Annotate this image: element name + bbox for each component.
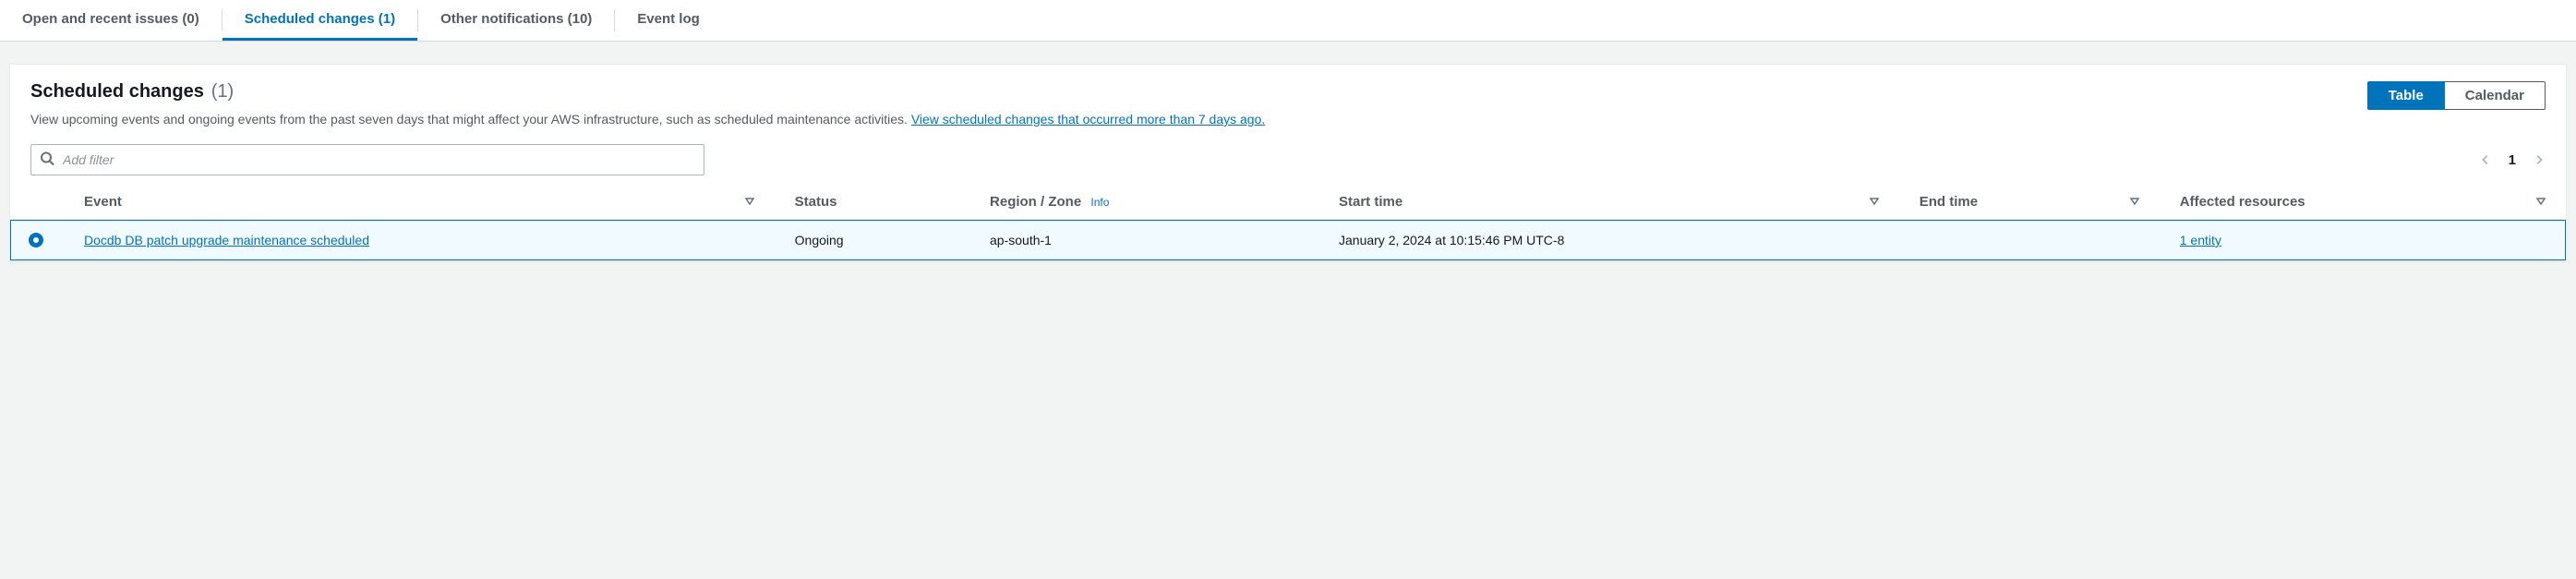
scheduled-changes-panel: Scheduled changes (1) View upcoming even… [9,64,2567,261]
next-page-button[interactable] [2533,153,2546,166]
tab-scheduled-changes[interactable]: Scheduled changes (1) [223,0,417,41]
cell-start-time: January 2, 2024 at 10:15:46 PM UTC-8 [1318,220,1899,261]
tab-other-notifications[interactable]: Other notifications (10) [418,0,614,41]
view-table-button[interactable]: Table [2367,81,2445,110]
sort-icon [745,194,754,210]
affected-link[interactable]: 1 entity [2180,233,2221,247]
cell-status: Ongoing [775,220,969,261]
tabs-bar: Open and recent issues (0) Scheduled cha… [0,0,2576,42]
cell-region: ap-south-1 [969,220,1318,261]
prev-page-button[interactable] [2479,153,2492,166]
region-info-link[interactable]: Info [1090,196,1109,209]
col-region[interactable]: Region / Zone Info [969,185,1318,220]
col-end-time-label: End time [1920,194,1978,210]
sort-icon [2130,194,2139,210]
tab-open-issues[interactable]: Open and recent issues (0) [0,0,222,41]
sort-icon [2536,194,2546,210]
search-icon [40,151,54,169]
cell-end-time [1899,220,2160,261]
filter-input[interactable] [30,144,704,175]
table-toolbar: 1 [10,135,2566,185]
filter-wrap [30,144,704,175]
view-toggle: Table Calendar [2367,81,2546,110]
panel-description: View upcoming events and ongoing events … [30,110,2349,129]
col-start-time-label: Start time [1339,194,1402,210]
table-row[interactable]: Docdb DB patch upgrade maintenance sched… [10,220,2566,261]
view-calendar-button[interactable]: Calendar [2445,81,2546,110]
panel-title: Scheduled changes [30,81,204,102]
view-older-link[interactable]: View scheduled changes that occurred mor… [911,112,1265,127]
col-select [10,185,64,220]
sort-icon [1870,194,1879,210]
page-number: 1 [2509,152,2516,168]
col-end-time[interactable]: End time [1899,185,2160,220]
cell-event: Docdb DB patch upgrade maintenance sched… [64,220,775,261]
col-region-label: Region / Zone [990,194,1081,210]
tab-event-log[interactable]: Event log [615,0,722,41]
col-status[interactable]: Status [775,185,969,220]
cell-affected: 1 entity [2160,220,2566,261]
col-status-label: Status [795,194,837,210]
col-event-label: Event [84,194,122,210]
radio-selected-icon[interactable] [29,233,43,247]
row-select-cell[interactable] [10,220,64,261]
col-start-time[interactable]: Start time [1318,185,1899,220]
events-table: Event Status Region / Zone Info Start ti… [10,185,2566,260]
panel-count: (1) [211,81,234,102]
col-affected-label: Affected resources [2180,194,2305,210]
panel-description-text: View upcoming events and ongoing events … [30,112,911,127]
panel-header: Scheduled changes (1) View upcoming even… [10,65,2566,135]
event-link[interactable]: Docdb DB patch upgrade maintenance sched… [84,233,369,247]
pagination: 1 [2479,152,2546,168]
col-event[interactable]: Event [64,185,775,220]
col-affected[interactable]: Affected resources [2160,185,2566,220]
